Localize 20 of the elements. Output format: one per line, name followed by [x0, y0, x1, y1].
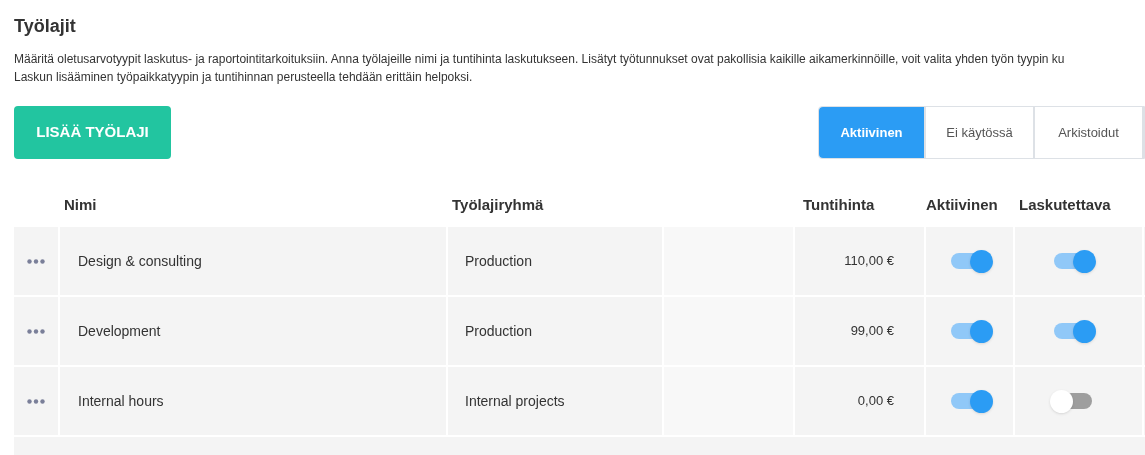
- name-cell-text: Development: [78, 321, 161, 341]
- description-text: Määritä oletusarvotyypit laskutus- ja raportointitarkoituksiin. Anna työlajeille nimi ja tuntihinta laskutukseen. Lisätyt työtunnukset ovat pakollisia kaikille aikamerkinnöille, voit valita yhden työn tyypin ku: [14, 51, 1066, 68]
- price-cell-text: 99,00 €: [850, 322, 894, 341]
- column-header: Nimi: [63, 194, 98, 215]
- description-text: Laskun lisääminen työpaikkatyypin ja tuntihinnan perusteella tehdään erittäin helpoksi.: [14, 69, 474, 86]
- more-icon[interactable]: [27, 258, 45, 264]
- price-cell-text: 0,00 €: [857, 392, 894, 411]
- group-cell-text: Production: [465, 321, 532, 341]
- column-header: Laskutettava: [1018, 194, 1112, 215]
- column-header: Aktiivinen: [926, 194, 999, 215]
- column-header: Työlajiryhmä: [451, 194, 545, 215]
- page-title: Työlajit: [14, 15, 77, 38]
- price-cell-text: 110,00 €: [844, 252, 894, 271]
- name-cell-text: Internal hours: [78, 391, 164, 411]
- more-icon[interactable]: [27, 398, 45, 404]
- more-icon[interactable]: [27, 328, 45, 334]
- group-cell-text: Internal projects: [465, 391, 565, 411]
- column-header: Tuntihinta: [802, 194, 876, 215]
- group-cell-text: Production: [465, 251, 532, 271]
- name-cell-text: Design & consulting: [78, 251, 202, 271]
